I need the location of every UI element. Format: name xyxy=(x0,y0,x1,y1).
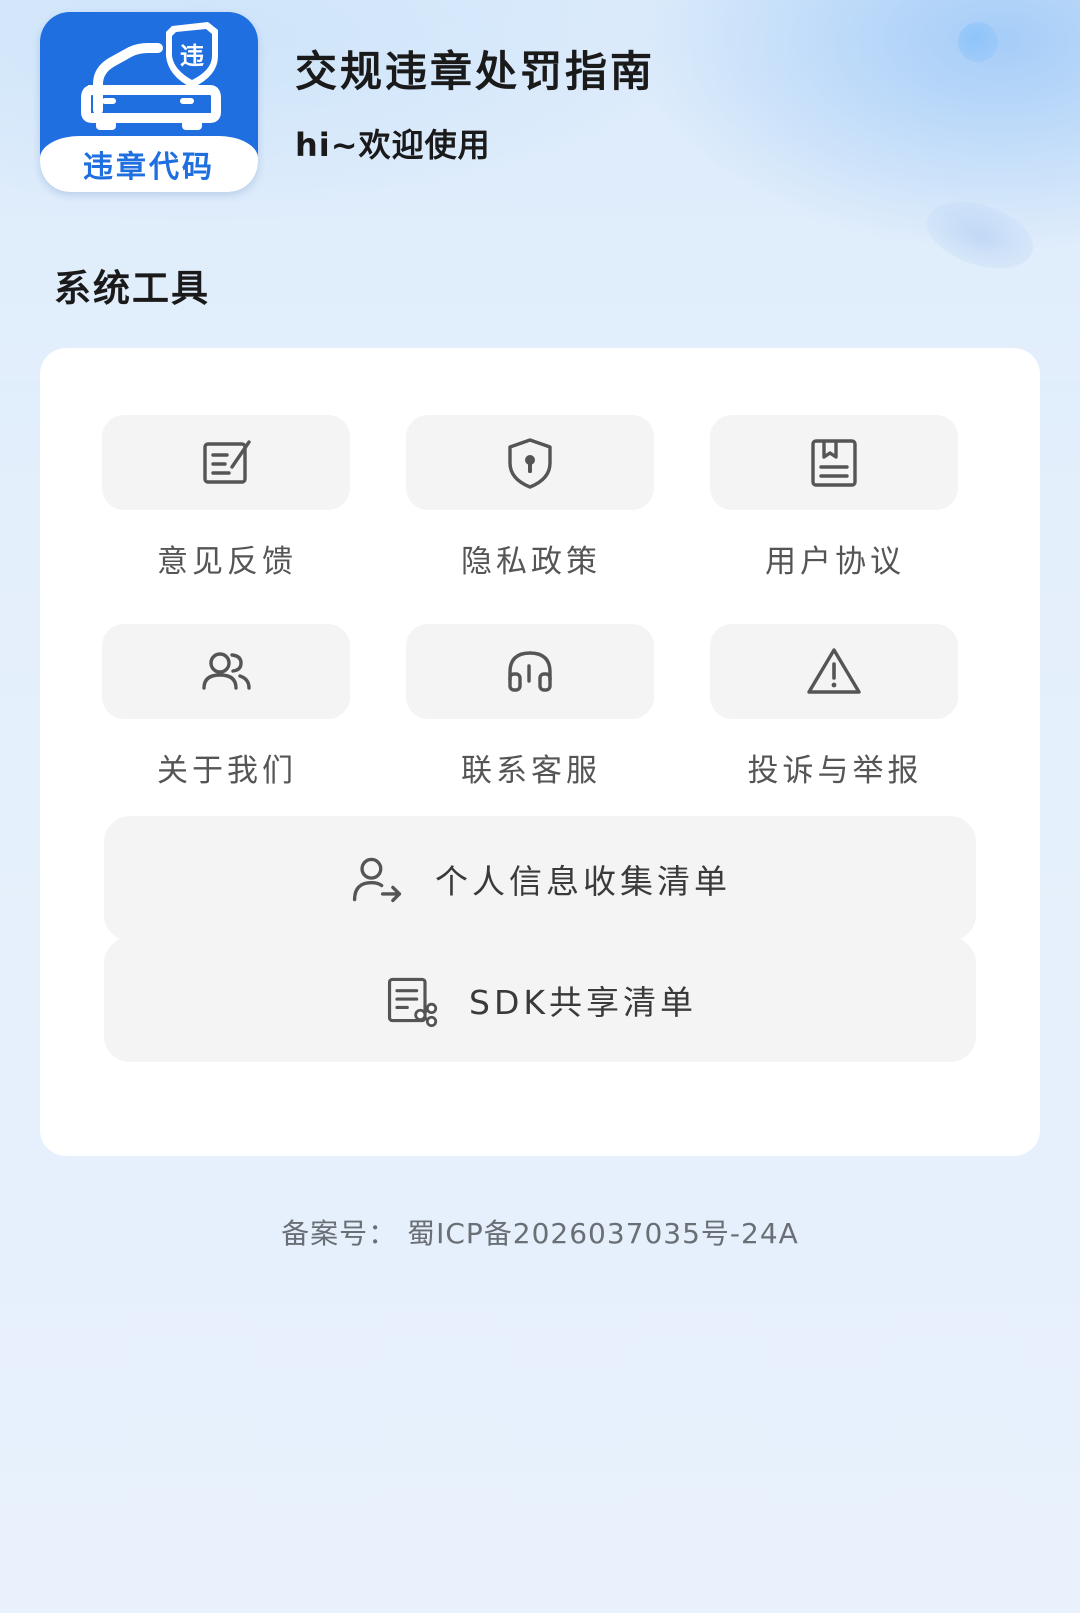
tool-privacy[interactable]: 隐私政策 xyxy=(406,415,656,581)
greeting-text: hi~欢迎使用 xyxy=(295,126,491,164)
users-icon xyxy=(202,651,251,690)
warning-icon xyxy=(807,647,861,694)
tool-label: 联系客服 xyxy=(461,753,601,789)
user-export-icon xyxy=(352,857,402,902)
tool-about-box[interactable] xyxy=(102,624,350,719)
tool-about[interactable]: 关于我们 xyxy=(102,624,352,790)
decor-bubble xyxy=(958,22,998,62)
tool-service-box[interactable] xyxy=(406,624,654,719)
section-title: 系统工具 xyxy=(54,267,210,310)
tools-card: 意见反馈 隐私政策 用户协议 关于我们 联系客服 投诉与举报 个人信息收集清单 … xyxy=(40,348,1040,1156)
tool-label: 用户协议 xyxy=(765,544,905,580)
shield-lock-icon xyxy=(508,437,552,489)
tool-report-box[interactable] xyxy=(710,624,958,719)
logo-text: 违章代码 xyxy=(83,150,215,185)
tool-agreement-box[interactable] xyxy=(710,415,958,510)
tool-label: 意见反馈 xyxy=(157,544,297,580)
edit-note-icon xyxy=(203,439,251,484)
tool-report[interactable]: 投诉与举报 xyxy=(710,624,960,790)
icp-record: 备案号： 蜀ICP备2026037035号-24A xyxy=(281,1217,799,1250)
tool-label: 隐私政策 xyxy=(461,544,601,580)
sdk-share-list-button[interactable]: SDK共享清单 xyxy=(104,937,976,1062)
tool-feedback[interactable]: 意见反馈 xyxy=(102,415,352,581)
car-shield-icon: 违 xyxy=(81,22,221,130)
tool-label: 投诉与举报 xyxy=(747,753,923,789)
list-share-icon xyxy=(387,977,438,1027)
tool-agreement[interactable]: 用户协议 xyxy=(710,415,960,581)
headset-icon xyxy=(508,650,552,692)
logo-badge-text: 违 xyxy=(180,42,204,70)
app-logo: 违 违章代码 xyxy=(40,12,258,192)
tool-label: 关于我们 xyxy=(157,753,297,789)
personal-info-list-button[interactable]: 个人信息收集清单 xyxy=(104,816,976,941)
personal-info-list-label: 个人信息收集清单 xyxy=(435,861,731,901)
app-title: 交规违章处罚指南 xyxy=(295,47,656,96)
sdk-share-list-label: SDK共享清单 xyxy=(469,982,697,1022)
tool-service[interactable]: 联系客服 xyxy=(406,624,656,790)
tool-feedback-box[interactable] xyxy=(102,415,350,510)
decor-cloud xyxy=(918,189,1042,281)
tool-privacy-box[interactable] xyxy=(406,415,654,510)
document-icon xyxy=(811,438,857,487)
